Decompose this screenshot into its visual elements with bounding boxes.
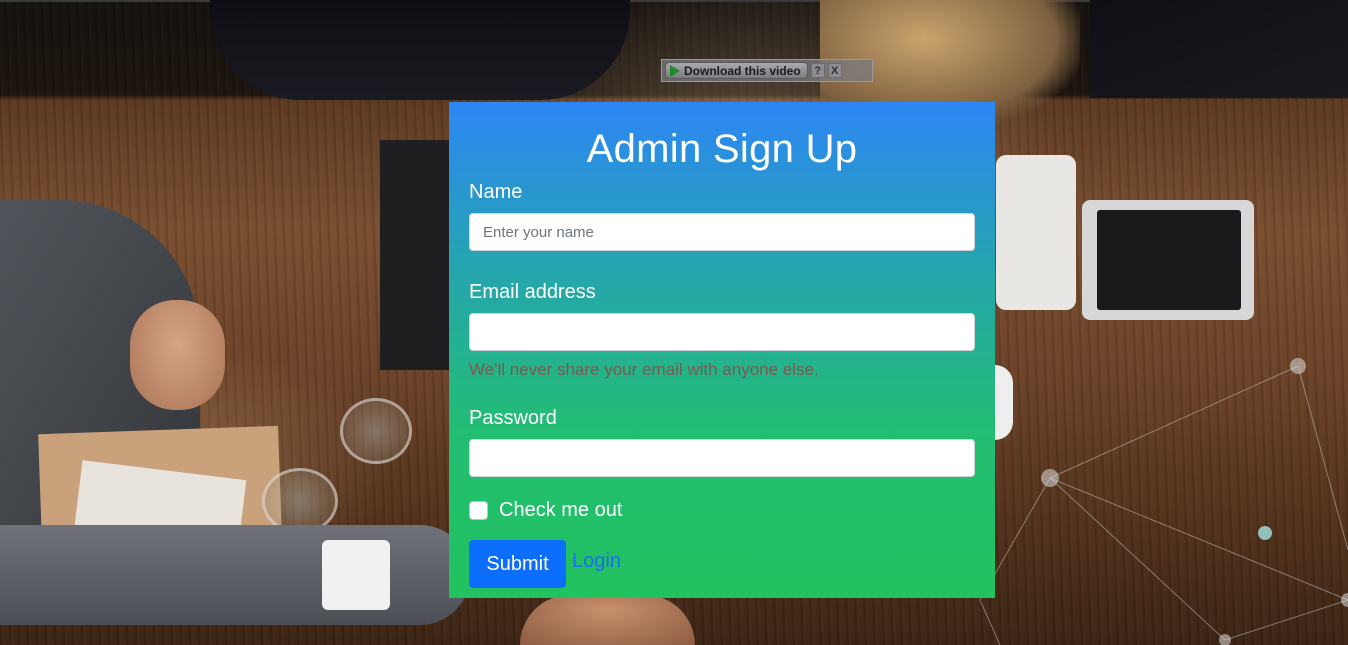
background-person-top (210, 0, 630, 100)
background-paper (74, 460, 247, 545)
page-title: Admin Sign Up (586, 127, 858, 171)
background-glass (262, 468, 338, 534)
help-button[interactable]: ? (810, 63, 825, 78)
name-label: Name (469, 181, 523, 203)
name-input[interactable] (469, 213, 975, 251)
play-icon (670, 64, 680, 77)
background-person-left (0, 200, 200, 620)
download-video-button[interactable]: Download this video (665, 62, 808, 79)
background-screen (1090, 0, 1348, 98)
network-lines-decoration (979, 358, 1348, 645)
email-help-text: We'll never share your email with anyone… (469, 360, 819, 379)
background-shirt-cuff (322, 540, 390, 610)
background-notepad (996, 155, 1076, 310)
background-glass (340, 398, 412, 464)
check-me-out-checkbox[interactable] (469, 500, 488, 520)
background-folder (38, 425, 282, 545)
background-handshake (520, 595, 695, 645)
background-arm (0, 525, 470, 625)
video-download-bar: Download this video ? X (661, 59, 873, 82)
email-input[interactable] (469, 313, 975, 351)
admin-signup-form: Admin Sign Up Name Email address We'll n… (449, 102, 995, 598)
login-link[interactable]: Login (572, 550, 621, 573)
download-video-label: Download this video (684, 63, 801, 78)
check-me-out-label[interactable]: Check me out (499, 498, 622, 522)
password-input[interactable] (469, 439, 975, 477)
submit-button[interactable]: Submit (469, 540, 566, 588)
background-photo: Download this video ? X Admin Sign Up Na… (0, 0, 1348, 645)
background-hand (130, 300, 225, 410)
form-actions: Submit Login (469, 540, 975, 588)
check-me-out-row: Check me out (469, 497, 975, 523)
close-button[interactable]: X (827, 63, 842, 78)
background-tablet-screen (1097, 210, 1241, 310)
password-label: Password (469, 407, 557, 429)
email-label: Email address (469, 281, 596, 303)
background-tablet (1082, 200, 1254, 320)
background-notebook (380, 140, 450, 370)
top-border (0, 0, 1348, 2)
